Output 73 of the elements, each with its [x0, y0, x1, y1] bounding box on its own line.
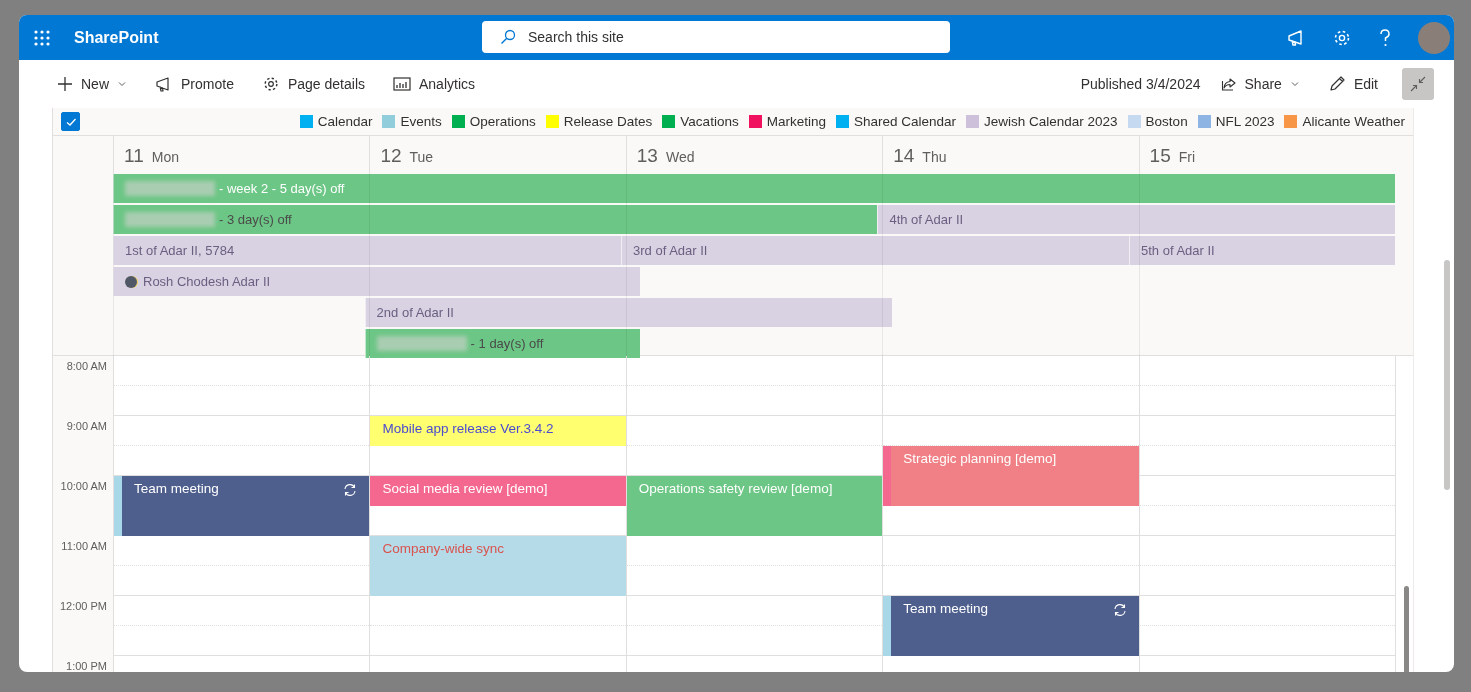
all-day-event[interactable]: 5th of Adar II [1129, 236, 1395, 265]
event-title: 3rd of Adar II [633, 243, 708, 258]
calendar-event[interactable]: Mobile app release Ver.3.4.2 [370, 416, 626, 446]
caret-icon [1289, 79, 1300, 89]
time-label: 12:00 PM [59, 600, 107, 612]
legend-label[interactable]: Operations [469, 114, 536, 129]
calendar-event[interactable]: Team meeting [114, 476, 370, 536]
calendar-event[interactable]: Team meeting [883, 596, 1139, 656]
search-icon [500, 29, 516, 45]
collapse-button[interactable] [1402, 68, 1434, 100]
site-title[interactable]: SharePoint [74, 28, 159, 47]
pencil-icon [1327, 75, 1346, 93]
event-title: - 1 day(s) off [470, 336, 544, 351]
day-header: 14 Thu [882, 136, 1139, 173]
day-header: 12 Tue [369, 136, 626, 173]
caret-icon [117, 79, 127, 89]
edit-button[interactable]: Edit [1319, 69, 1386, 99]
chart-icon [393, 76, 411, 92]
search-field[interactable]: Search this site [482, 21, 950, 53]
legend-label[interactable]: Events [400, 114, 442, 129]
legend-label[interactable]: Boston [1145, 114, 1188, 129]
all-day-event[interactable]: 1st of Adar II, 5784 [113, 236, 621, 265]
app-launcher-icon[interactable] [34, 29, 50, 46]
plus-icon [57, 76, 73, 92]
legend-label[interactable]: Release Dates [563, 114, 653, 129]
event-title: 4th of Adar II [889, 212, 964, 227]
all-day-event[interactable]: - 3 day(s) off [113, 205, 878, 234]
time-label: 8:00 AM [66, 360, 107, 372]
new-button[interactable]: New [49, 70, 135, 98]
event-title: Social media review [demo] [382, 481, 548, 496]
share-icon [1220, 76, 1237, 92]
analytics-button[interactable]: Analytics [385, 70, 484, 98]
all-day-event[interactable]: 3rd of Adar II [621, 236, 1129, 265]
help-icon[interactable] [1378, 27, 1392, 48]
page-details-button[interactable]: Page details [253, 69, 373, 99]
event-title: Rosh Chodesh Adar II [143, 274, 271, 289]
select-all-checkbox[interactable] [61, 112, 80, 131]
promote-button[interactable]: Promote [147, 70, 242, 98]
scrollbar[interactable] [1404, 586, 1409, 672]
legend-label[interactable]: Marketing [766, 114, 826, 129]
legend-label[interactable]: Jewish Calendar 2023 [984, 114, 1118, 129]
time-label: 11:00 AM [61, 540, 107, 552]
all-day-event[interactable]: 2nd of Adar II [364, 298, 892, 327]
published-date: Published 3/4/2024 [1080, 76, 1201, 92]
event-title: 1st of Adar II, 5784 [125, 243, 235, 258]
share-button[interactable]: Share [1212, 70, 1308, 98]
time-label: 9:00 AM [66, 420, 107, 432]
day-header: 11 Mon [113, 136, 370, 173]
event-title: Team meeting [903, 601, 988, 616]
time-label: 10:00 AM [60, 480, 107, 492]
event-title: - 3 day(s) off [219, 212, 292, 227]
time-label: 1:00 PM [66, 660, 107, 672]
all-day-event[interactable]: - 1 day(s) off [364, 329, 641, 358]
legend-label[interactable]: Shared Calendar [853, 114, 956, 129]
event-title: 5th of Adar II [1141, 243, 1215, 258]
event-title: 2nd of Adar II [376, 305, 454, 320]
legend-label[interactable]: Calendar [317, 114, 373, 129]
day-header: 15 Fri [1138, 136, 1395, 173]
scrollbar[interactable] [1444, 260, 1450, 490]
event-title: - week 2 - 5 day(s) off [219, 181, 345, 196]
event-title: Operations safety review [demo] [638, 481, 833, 496]
collapse-icon [1410, 76, 1426, 92]
legend-label[interactable]: Alicante Weather [1302, 114, 1405, 129]
legend-label[interactable]: Vacations [680, 114, 739, 129]
legend-label[interactable]: NFL 2023 [1215, 114, 1275, 129]
event-title: Strategic planning [demo] [903, 451, 1057, 466]
event-title: Team meeting [134, 481, 219, 496]
day-header: 13 Wed [625, 136, 883, 173]
all-day-event[interactable]: Rosh Chodesh Adar II [113, 267, 641, 296]
gear-icon [261, 75, 280, 93]
all-day-event[interactable]: 4th of Adar II [877, 205, 1395, 234]
event-title: Company-wide sync [382, 541, 504, 556]
event-title: Mobile app release Ver.3.4.2 [382, 421, 554, 436]
